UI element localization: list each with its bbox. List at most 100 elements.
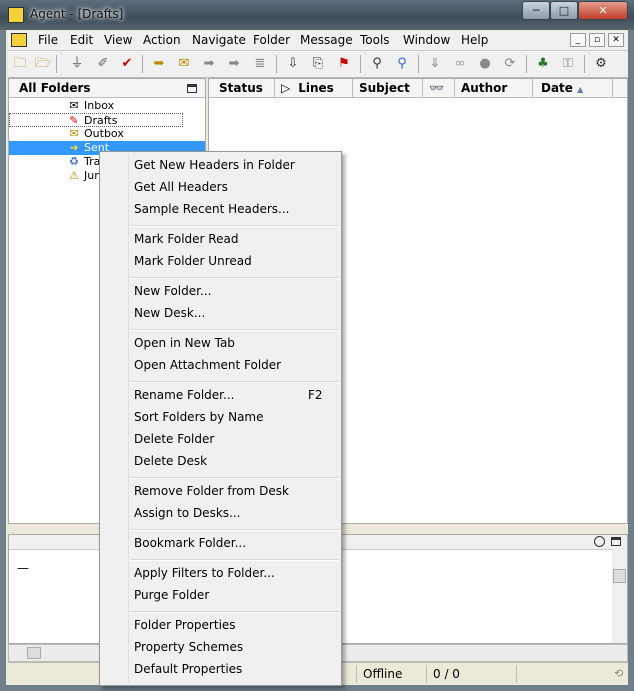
preview-pin-icon[interactable]	[611, 537, 621, 546]
post-icon[interactable]: ✐	[94, 55, 112, 73]
send-icon[interactable]: ➥	[150, 55, 168, 73]
attach-icon[interactable]: ⎘	[309, 55, 327, 73]
status-mode: Offline	[356, 665, 426, 683]
menu-navigate[interactable]: Navigate	[192, 33, 246, 47]
mdi-restore-button[interactable]: ▫	[589, 33, 605, 47]
flag-icon[interactable]: ⚑	[335, 55, 353, 73]
rename-shortcut: F2	[308, 388, 323, 402]
status-counts: 0 / 0	[426, 665, 516, 683]
stack-icon[interactable]: ≣	[251, 55, 269, 73]
window-title: Agent - [Drafts]	[30, 7, 124, 21]
app-icon	[8, 7, 24, 23]
menu-help[interactable]: Help	[461, 33, 488, 47]
down-arrow-icon[interactable]: ⇓	[426, 55, 444, 73]
menu-delete-folder[interactable]: Delete Folder	[134, 432, 214, 446]
status-empty	[516, 665, 610, 683]
inbox-icon: ✉	[69, 99, 79, 112]
network-icon[interactable]: ⚿	[559, 55, 577, 73]
download-icon[interactable]: ⇩	[284, 55, 302, 73]
folder-item-outbox[interactable]: ✉ Outbox	[67, 127, 123, 141]
menu-rename-folder[interactable]: Rename Folder...	[134, 388, 234, 402]
refresh-icon[interactable]: ⟳	[501, 55, 519, 73]
menu-file[interactable]: File	[38, 33, 58, 47]
folder-item-drafts[interactable]: ✎ Drafts	[9, 113, 183, 127]
hscroll-thumb[interactable]	[27, 647, 41, 659]
column-watch[interactable]: 👓	[423, 79, 455, 97]
resize-grip-icon[interactable]: ⟲	[614, 667, 623, 680]
pin-icon[interactable]	[187, 84, 197, 93]
binoculars-icon: 👓	[429, 81, 444, 95]
column-subject[interactable]: Subject	[353, 79, 423, 97]
menu-action[interactable]: Action	[143, 33, 181, 47]
menu-tools[interactable]: Tools	[360, 33, 390, 47]
lines-icon: ▷	[281, 81, 291, 95]
folder-item-inbox[interactable]: ✉ Inbox	[67, 99, 114, 113]
purge-icon[interactable]: ●	[476, 55, 494, 73]
check-mail-icon[interactable]: ✔	[118, 55, 136, 73]
column-date[interactable]: Date ▲	[533, 79, 613, 97]
menu-mark-folder-unread[interactable]: Mark Folder Unread	[134, 254, 252, 268]
trash-icon: ♻	[69, 155, 79, 168]
menu-purge-folder[interactable]: Purge Folder	[134, 588, 209, 602]
menu-get-new-headers[interactable]: Get New Headers in Folder	[134, 158, 295, 172]
menu-new-folder[interactable]: New Folder...	[134, 284, 211, 298]
menu-message[interactable]: Message	[300, 33, 353, 47]
menu-view[interactable]: View	[104, 33, 132, 47]
folder-open-icon[interactable]: 🗀	[11, 55, 29, 73]
menu-assign-to-desks[interactable]: Assign to Desks...	[134, 506, 240, 520]
mdi-close-button[interactable]: ✕	[608, 33, 624, 47]
menu-folder[interactable]: Folder	[253, 33, 290, 47]
menu-apply-filters[interactable]: Apply Filters to Folder...	[134, 566, 275, 580]
advanced-search-icon[interactable]: ⚲	[393, 55, 411, 73]
sort-ascending-icon: ▲	[577, 85, 584, 94]
preview-vertical-scrollbar[interactable]	[612, 549, 627, 643]
scroll-thumb[interactable]	[613, 569, 626, 583]
sent-icon: ➜	[69, 141, 79, 154]
close-button[interactable]: ✕	[578, 1, 628, 20]
folder-stack-icon[interactable]: 🗁	[34, 55, 52, 73]
menu-remove-from-desk[interactable]: Remove Folder from Desk	[134, 484, 289, 498]
menu-mark-folder-read[interactable]: Mark Folder Read	[134, 232, 238, 246]
menu-folder-properties[interactable]: Folder Properties	[134, 618, 236, 632]
menu-window[interactable]: Window	[403, 33, 450, 47]
outbox-icon: ✉	[69, 127, 79, 140]
menu-property-schemes[interactable]: Property Schemes	[134, 640, 243, 654]
menu-delete-desk[interactable]: Delete Desk	[134, 454, 207, 468]
reply-icon[interactable]: ➡	[225, 55, 243, 73]
message-list-header: Status ▷ Lines Subject 👓 Author Date ▲	[209, 79, 627, 98]
minimize-button[interactable]: ─	[522, 1, 550, 20]
preview-text: —	[17, 561, 29, 575]
filter-icon[interactable]: ⏚	[68, 55, 86, 73]
preview-options-icon[interactable]	[594, 536, 605, 547]
tree-icon[interactable]: ♣	[534, 55, 552, 73]
menu-new-desk[interactable]: New Desk...	[134, 306, 205, 320]
column-author[interactable]: Author	[455, 79, 533, 97]
link-icon[interactable]: ∞	[451, 55, 469, 73]
search-icon[interactable]: ⚲	[368, 55, 386, 73]
menu-get-all-headers[interactable]: Get All Headers	[134, 180, 228, 194]
folder-item-trash[interactable]: ♻ Tra	[67, 155, 100, 169]
menu-open-in-new-tab[interactable]: Open in New Tab	[134, 336, 235, 350]
forward-icon[interactable]: ➡	[200, 55, 218, 73]
settings-icon[interactable]: ⚙	[592, 55, 610, 73]
menu-bookmark-folder[interactable]: Bookmark Folder...	[134, 536, 246, 550]
menu-bar: File Edit View Action Navigate Folder Me…	[8, 31, 628, 51]
envelope-icon[interactable]: ✉	[175, 55, 193, 73]
junk-icon: ⚠	[69, 169, 79, 182]
folder-pane-header: All Folders	[9, 79, 205, 98]
column-lines[interactable]: ▷ Lines	[275, 79, 353, 97]
maximize-button[interactable]: □	[550, 1, 578, 20]
menu-default-properties[interactable]: Default Properties	[134, 662, 242, 676]
column-status[interactable]: Status	[209, 79, 275, 97]
folder-context-menu: Get New Headers in Folder Get All Header…	[99, 151, 342, 686]
mdi-minimize-button[interactable]: _	[570, 33, 586, 47]
doc-icon[interactable]	[11, 33, 27, 47]
title-bar: Agent - [Drafts] ─ □ ✕	[0, 0, 634, 30]
menu-sort-folders[interactable]: Sort Folders by Name	[134, 410, 264, 424]
folder-pane-title: All Folders	[19, 81, 91, 95]
folder-item-junk[interactable]: ⚠ Jun	[67, 169, 101, 183]
menu-sample-recent-headers[interactable]: Sample Recent Headers...	[134, 202, 289, 216]
menu-edit[interactable]: Edit	[70, 33, 93, 47]
toolbar: 🗀 🗁 ⏚ ✐ ✔ ➥ ✉ ➡ ➡ ≣ ⇩ ⎘ ⚑ ⚲ ⚲ ⇓ ∞ ● ⟳ ♣ …	[8, 51, 628, 78]
menu-open-attachment-folder[interactable]: Open Attachment Folder	[134, 358, 281, 372]
